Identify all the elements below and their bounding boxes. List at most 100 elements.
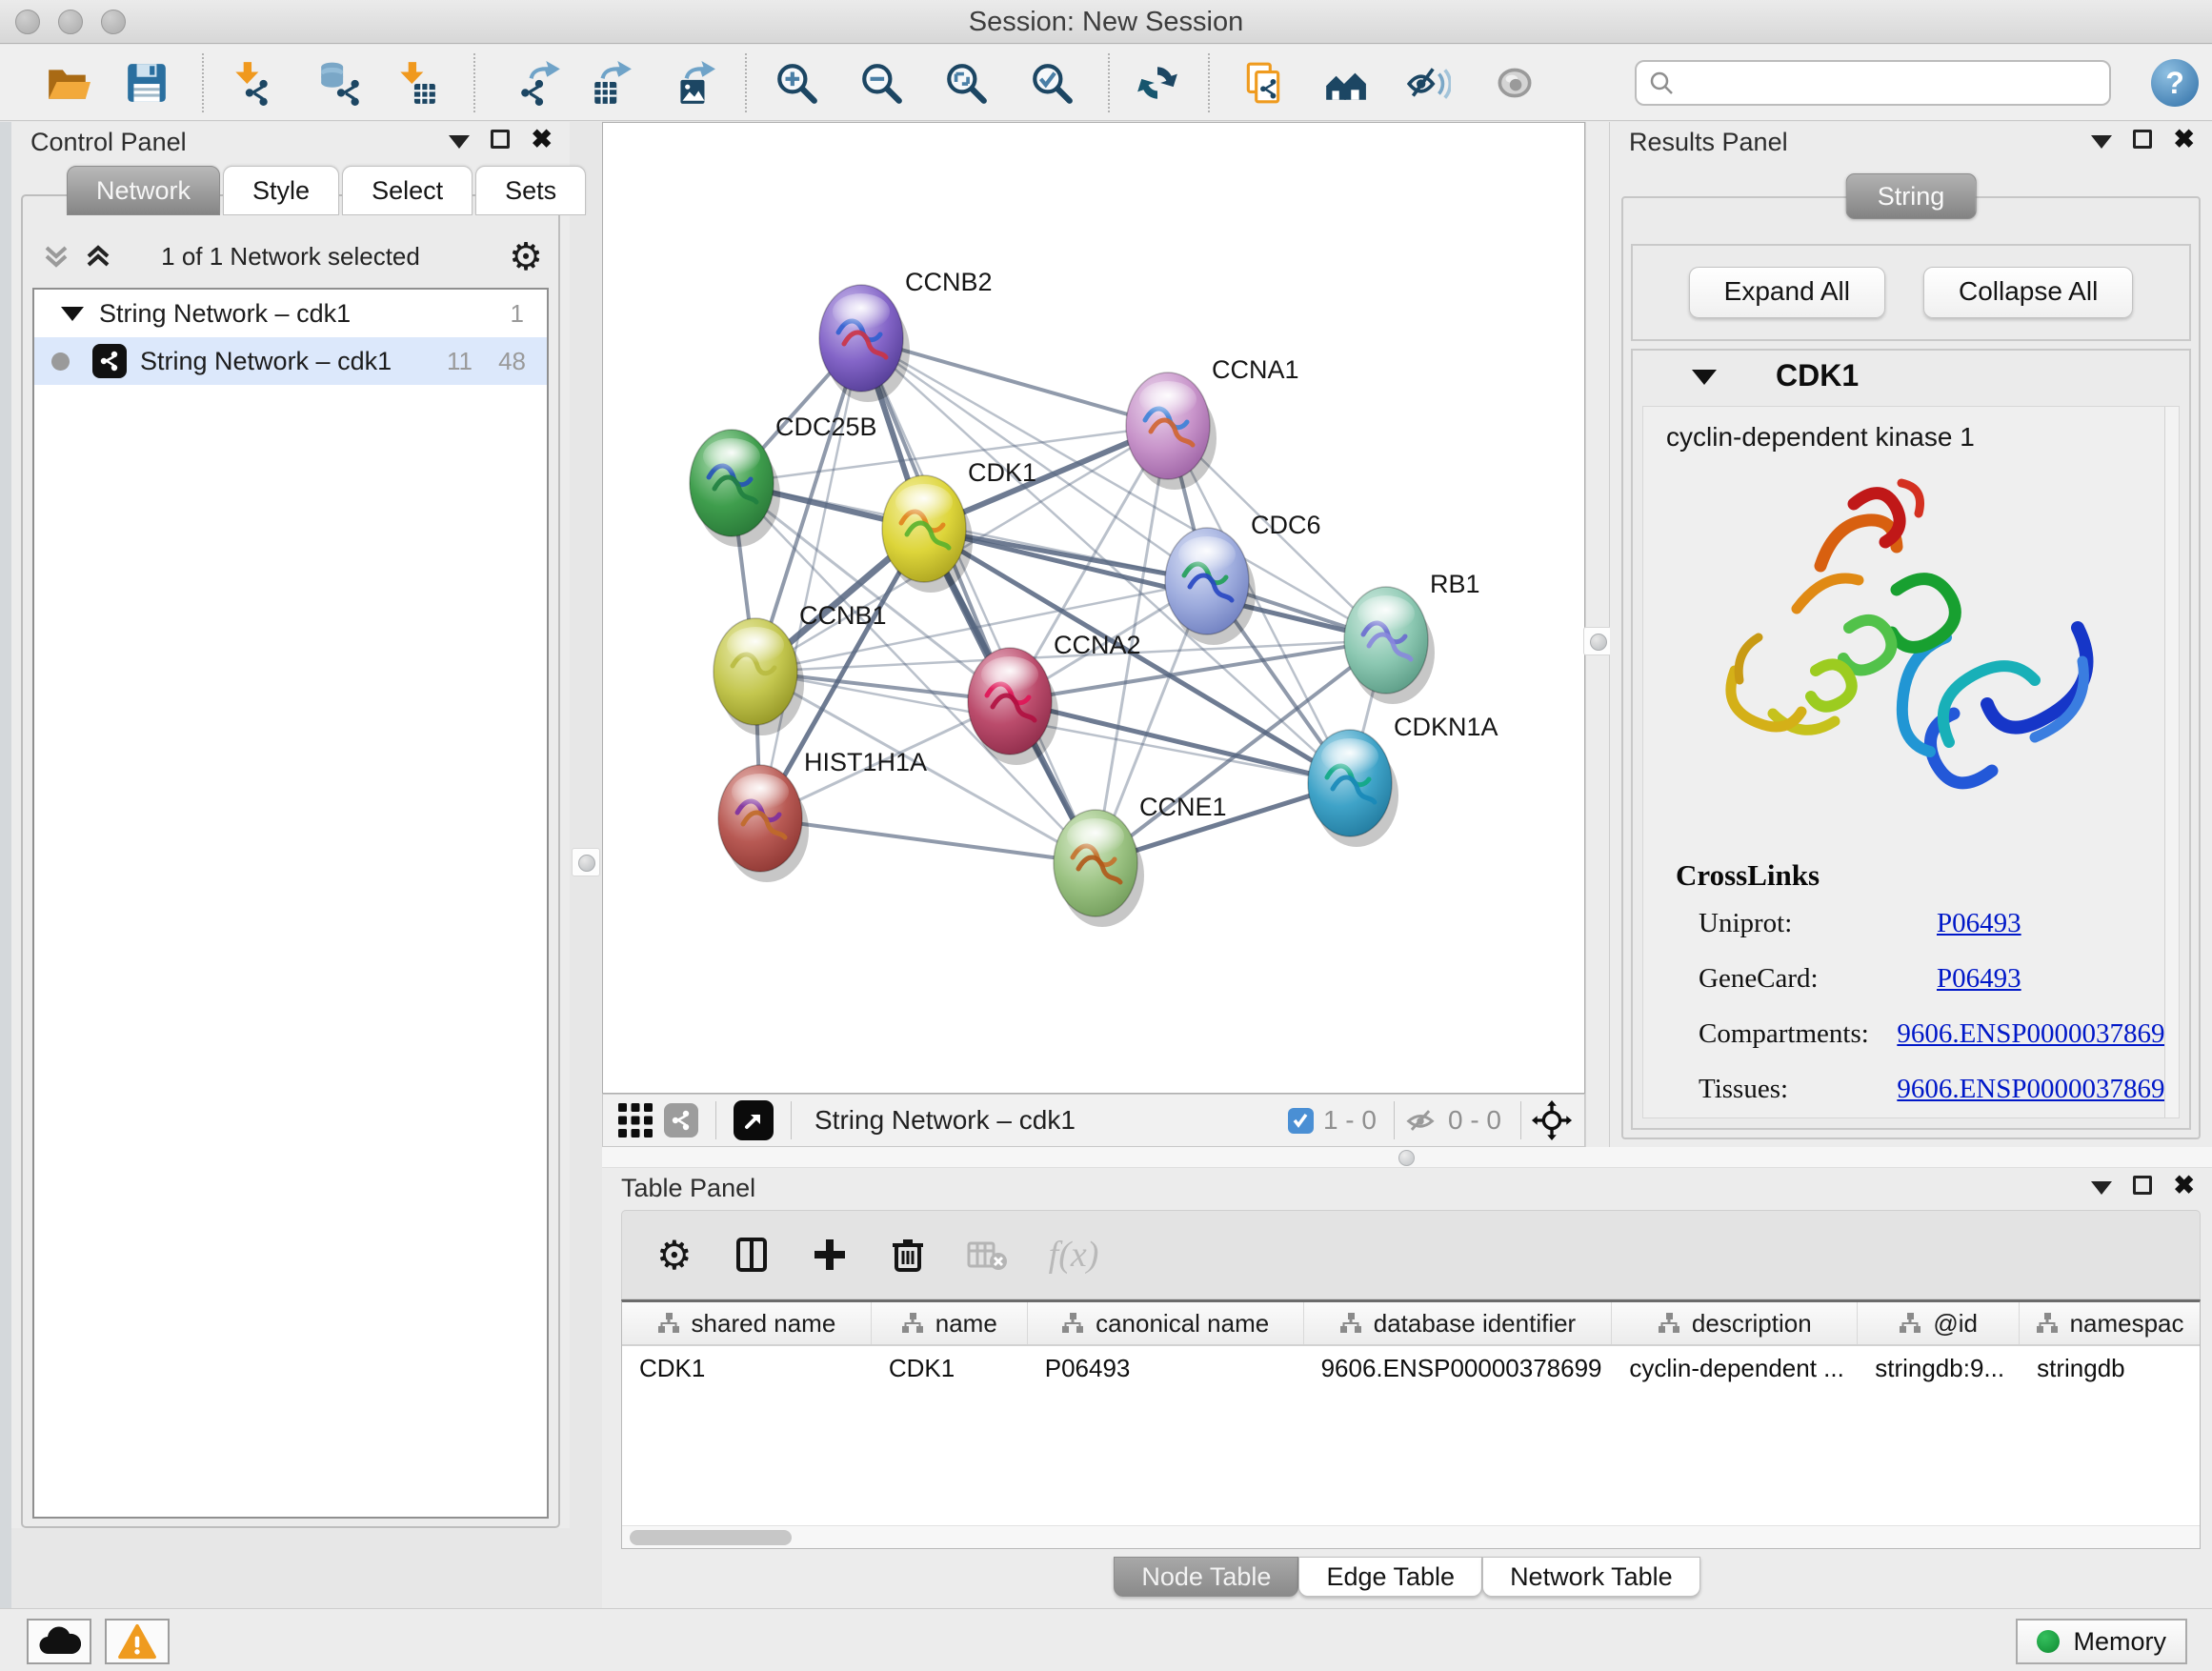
close-window-button[interactable] (15, 10, 40, 34)
column-header[interactable]: description (1612, 1302, 1858, 1344)
export-network-icon[interactable] (517, 60, 563, 106)
panel-float-icon[interactable] (491, 130, 510, 149)
home-networks-icon[interactable] (1322, 60, 1368, 106)
table-horizontal-scrollbar[interactable] (622, 1525, 2200, 1548)
refresh-icon[interactable] (1135, 60, 1180, 106)
detach-view-icon[interactable] (734, 1100, 774, 1140)
tab-network-table[interactable]: Network Table (1482, 1557, 1700, 1597)
tab-string[interactable]: String (1846, 173, 1977, 219)
tab-node-table[interactable]: Node Table (1114, 1557, 1298, 1597)
hide-panel-eye-icon[interactable] (1405, 60, 1451, 106)
save-session-icon[interactable] (124, 60, 170, 106)
search-input[interactable] (1675, 64, 2109, 102)
crosslink-label: Uniprot: (1699, 908, 1937, 939)
column-header[interactable]: name (872, 1302, 1028, 1344)
crosslink-link[interactable]: 9606.ENSP00000378699 (1897, 1018, 2179, 1050)
network-options-gear-icon[interactable]: ⚙ (509, 234, 543, 280)
scrollbar-thumb[interactable] (630, 1530, 792, 1545)
zoom-window-button[interactable] (101, 10, 126, 34)
network-node-CDKN1A[interactable]: CDKN1A (1308, 713, 1498, 847)
main-toolbar: ? (0, 45, 2212, 121)
duplicate-network-icon[interactable] (1240, 60, 1286, 106)
node-label: CCNE1 (1139, 793, 1227, 821)
open-session-icon[interactable] (45, 60, 90, 106)
table-options-gear-icon[interactable]: ⚙ (656, 1232, 693, 1278)
column-header[interactable]: @id (1858, 1302, 2020, 1344)
show-columns-icon[interactable] (733, 1236, 771, 1274)
tab-sets[interactable]: Sets (475, 166, 586, 215)
tab-network[interactable]: Network (67, 166, 220, 215)
help-icon[interactable]: ? (2151, 59, 2199, 107)
collapse-all-button[interactable]: Collapse All (1923, 267, 2133, 318)
horizontal-splitter[interactable] (602, 1147, 2212, 1168)
zoom-fit-icon[interactable] (943, 60, 989, 106)
edge-count: 48 (498, 347, 526, 376)
left-splitter-handle[interactable] (572, 848, 600, 876)
memory-button[interactable]: Memory (2016, 1619, 2187, 1664)
right-splitter-handle[interactable] (1583, 627, 1612, 655)
tab-edge-table[interactable]: Edge Table (1298, 1557, 1482, 1597)
memory-status-icon (2037, 1630, 2060, 1653)
panel-close-icon[interactable]: ✖ (531, 130, 553, 149)
navbar-divider (1394, 1101, 1395, 1139)
tab-style[interactable]: Style (223, 166, 339, 215)
panel-float-icon[interactable] (2133, 1176, 2152, 1195)
network-view-toolbar: String Network – cdk1 1 - 0 0 - 0 (602, 1094, 1585, 1147)
navbar-divider (1520, 1101, 1521, 1139)
network-row[interactable]: String Network – cdk1 11 48 (34, 337, 547, 385)
zoom-out-icon[interactable] (858, 60, 904, 106)
current-network-name: String Network – cdk1 (814, 1105, 1076, 1136)
network-node-CCNB1[interactable]: CCNB1 (714, 601, 887, 735)
selected-nodes-checkbox[interactable] (1288, 1108, 1314, 1134)
add-column-icon[interactable] (811, 1236, 849, 1274)
panel-close-icon[interactable]: ✖ (2173, 1176, 2195, 1195)
show-panel-eye-icon[interactable] (1492, 60, 1538, 106)
panel-menu-icon[interactable] (2091, 1181, 2112, 1195)
export-image-icon[interactable] (671, 60, 716, 106)
section-collapse-icon[interactable] (1692, 370, 1717, 385)
network-collection-row[interactable]: String Network – cdk1 1 (34, 290, 547, 337)
zoom-in-icon[interactable] (774, 60, 819, 106)
network-node-CCNB2[interactable]: CCNB2 (819, 268, 993, 402)
network-canvas[interactable]: CCNB2CCNA1CDC25BCDK1CDC6RB1CCNB1CCNA2CDK… (602, 122, 1585, 1094)
import-table-icon[interactable] (392, 60, 438, 106)
panel-menu-icon[interactable] (2091, 135, 2112, 149)
column-header[interactable]: namespac (2020, 1302, 2200, 1344)
table-row[interactable]: CDK1 CDK1 P06493 9606.ENSP00000378699 cy… (622, 1346, 2200, 1392)
delete-column-icon[interactable] (889, 1236, 927, 1274)
panel-float-icon[interactable] (2133, 130, 2152, 149)
grid-view-icon[interactable] (618, 1103, 653, 1137)
node-table: shared name name canonical name database… (621, 1299, 2201, 1549)
warnings-button[interactable] (105, 1619, 170, 1664)
results-scrollbar[interactable] (2164, 407, 2179, 1117)
network-node-CDC6[interactable]: CDC6 (1165, 511, 1321, 645)
gene-section-header[interactable]: CDK1 (1633, 351, 2189, 404)
node-count: 11 (447, 347, 473, 376)
column-header[interactable]: canonical name (1028, 1302, 1304, 1344)
birdseye-navigator-icon[interactable] (1531, 1099, 1573, 1141)
crosslink-link[interactable]: P06493 (1937, 908, 2021, 939)
import-network-icon[interactable] (228, 60, 273, 106)
network-node-CDC25B[interactable]: CDC25B (690, 413, 877, 547)
import-network-from-database-icon[interactable] (317, 60, 363, 106)
tree-expand-icon[interactable] (61, 307, 84, 321)
network-node-CCNE1[interactable]: CCNE1 (1054, 793, 1227, 927)
minimize-window-button[interactable] (58, 10, 83, 34)
network-node-HIST1H1A[interactable]: HIST1H1A (718, 748, 927, 882)
export-table-icon[interactable] (589, 60, 634, 106)
tab-select[interactable]: Select (342, 166, 473, 215)
delete-table-icon[interactable] (967, 1236, 1009, 1274)
panel-close-icon[interactable]: ✖ (2173, 130, 2195, 149)
cloud-status-button[interactable] (27, 1619, 91, 1664)
zoom-selected-icon[interactable] (1029, 60, 1075, 106)
network-node-RB1[interactable]: RB1 (1344, 570, 1480, 704)
splitter-knob[interactable] (1398, 1150, 1415, 1166)
crosslink-link[interactable]: 9606.ENSP00000378699 (1897, 1074, 2179, 1105)
network-view-type-icon[interactable] (664, 1103, 698, 1137)
column-header[interactable]: shared name (622, 1302, 872, 1344)
crosslink-link[interactable]: P06493 (1937, 963, 2021, 995)
expand-all-button[interactable]: Expand All (1689, 267, 1885, 318)
panel-menu-icon[interactable] (449, 135, 470, 149)
column-header[interactable]: database identifier (1304, 1302, 1613, 1344)
hidden-elements-eye-icon[interactable] (1402, 1102, 1438, 1138)
